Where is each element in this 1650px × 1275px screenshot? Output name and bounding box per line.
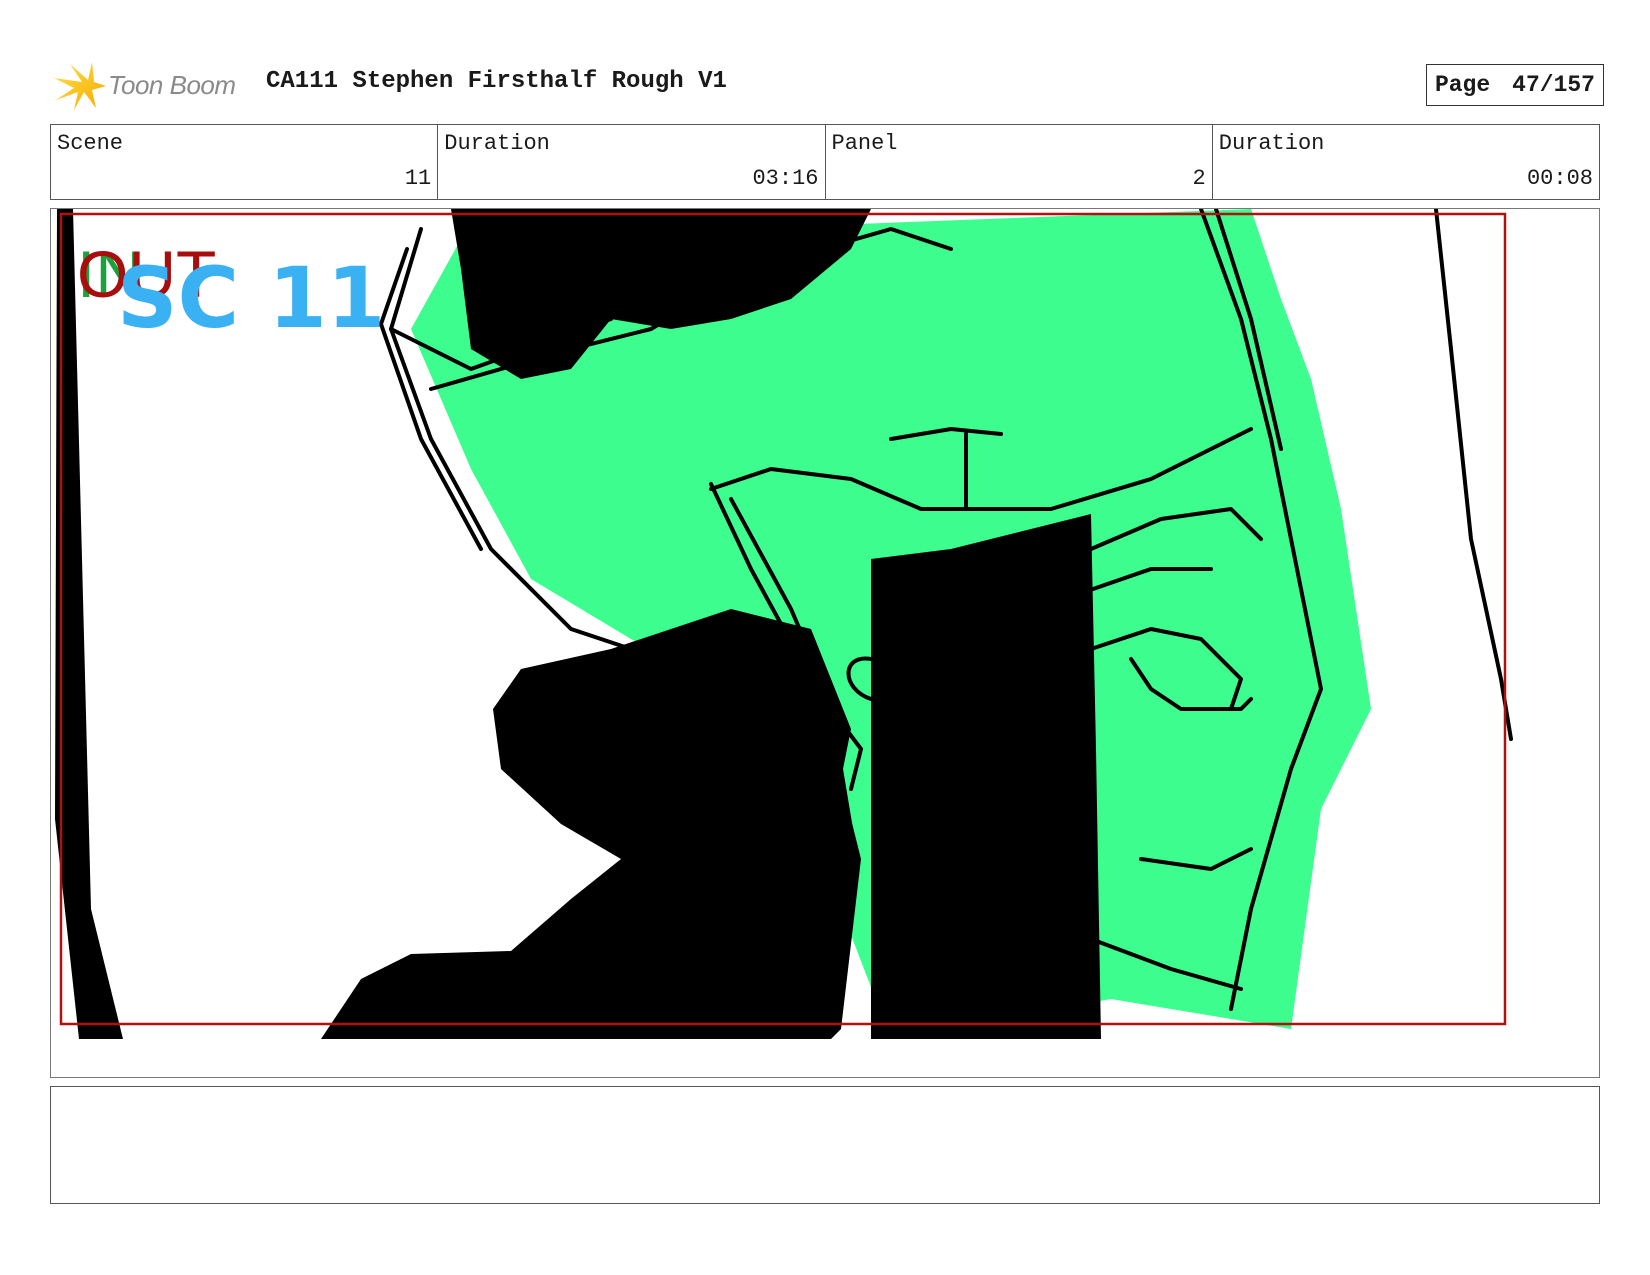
star-burst-icon: [54, 62, 106, 110]
page-indicator: Page 47/157: [1425, 64, 1604, 106]
panel-notes-box[interactable]: [50, 1086, 1600, 1204]
panel-label: Panel: [831, 131, 898, 156]
scene-label: Scene: [57, 131, 124, 156]
ink-shadow-figure: [321, 609, 861, 1039]
page-number: 47/157: [1512, 72, 1595, 98]
scene-note: SC 11: [117, 249, 385, 347]
scene-cell: Scene 11: [51, 125, 439, 199]
ink-left-edge: [55, 209, 123, 1039]
panel-drawing: IN OUT SC 11: [55, 209, 1513, 1039]
scene-duration-value: 03:16: [752, 166, 819, 191]
ink-neck-column: [871, 514, 1101, 1039]
toon-boom-logo: Toon Boom: [52, 60, 252, 112]
page-label: Page: [1434, 72, 1491, 98]
scene-duration-cell: Duration 03:16: [438, 125, 826, 199]
panel-duration-value: 00:08: [1526, 166, 1593, 191]
panel-duration-cell: Duration 00:08: [1213, 125, 1599, 199]
panel-value: 2: [1192, 166, 1206, 191]
scene-info-row: Scene 11 Duration 03:16 Panel 2 Duration…: [50, 124, 1600, 200]
scene-duration-label: Duration: [444, 131, 550, 156]
panel-cell: Panel 2: [826, 125, 1213, 199]
scene-value: 11: [404, 166, 432, 191]
brand-name: Toon Boom: [108, 70, 236, 100]
storyboard-panel: IN OUT SC 11: [50, 208, 1600, 1078]
panel-duration-label: Duration: [1218, 131, 1325, 156]
header: Toon Boom CA111 Stephen Firsthalf Rough …: [52, 56, 1604, 112]
document-title: CA111 Stephen Firsthalf Rough V1: [266, 68, 727, 95]
